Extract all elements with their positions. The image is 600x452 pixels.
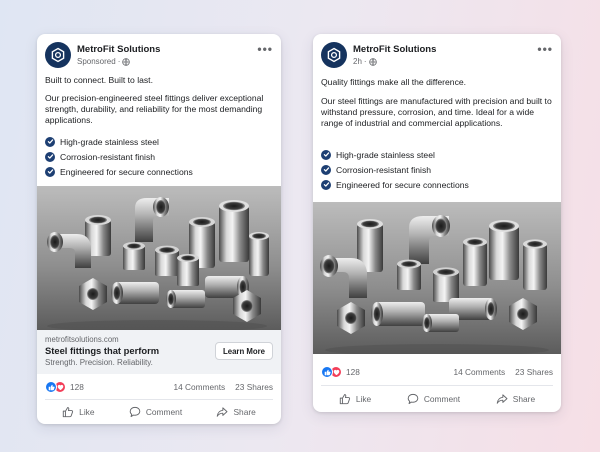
engagement-stats: 128 14 Comments 23 Shares	[321, 365, 553, 381]
feature-item: High-grade stainless steel	[321, 147, 553, 162]
comments-count-link[interactable]: 14 Comments	[454, 367, 506, 377]
ad-post-card-sponsored: MetroFit Solutions Sponsored · ••• Built…	[37, 34, 281, 424]
more-options-icon[interactable]: •••	[537, 43, 553, 55]
divider	[45, 399, 273, 400]
page-name-link[interactable]: MetroFit Solutions	[353, 44, 436, 55]
comment-icon	[407, 393, 419, 405]
like-button[interactable]: Like	[339, 389, 371, 409]
comment-button[interactable]: Comment	[407, 389, 460, 409]
post-body: Our steel fittings are manufactured with…	[321, 96, 552, 128]
divider	[321, 385, 553, 386]
sponsored-label: Sponsored	[77, 57, 116, 66]
share-icon	[496, 394, 508, 404]
post-body: Our precision-engineered steel fittings …	[45, 93, 264, 125]
link-domain: metrofitsolutions.com	[45, 335, 119, 344]
post-header: MetroFit Solutions 2h · •••	[321, 42, 553, 70]
post-actions: Like Comment Share	[321, 389, 553, 409]
comment-button[interactable]: Comment	[129, 402, 182, 422]
share-icon	[217, 407, 228, 417]
feature-text: High-grade stainless steel	[60, 136, 159, 147]
share-label: Share	[233, 407, 256, 417]
post-actions: Like Comment Share	[45, 402, 273, 422]
like-reaction-icon	[45, 381, 57, 393]
reactions-summary[interactable]: 128	[45, 381, 84, 393]
product-photo[interactable]	[313, 202, 561, 354]
check-icon	[321, 164, 331, 175]
check-icon	[45, 136, 55, 147]
feature-item: Engineered for secure connections	[45, 164, 273, 179]
like-reaction-icon	[321, 366, 333, 378]
page-logo-icon[interactable]	[321, 42, 347, 68]
post-header: MetroFit Solutions Sponsored · •••	[45, 42, 273, 70]
shares-count-link[interactable]: 23 Shares	[235, 382, 273, 392]
thumbs-up-icon	[339, 394, 350, 405]
feature-item: Engineered for secure connections	[321, 177, 553, 192]
comment-icon	[129, 406, 141, 418]
feature-item: Corrosion-resistant finish	[45, 149, 273, 164]
check-icon	[321, 149, 331, 160]
product-photo[interactable]	[37, 186, 281, 330]
feature-list: High-grade stainless steel Corrosion-res…	[45, 134, 273, 179]
feature-item: High-grade stainless steel	[45, 134, 273, 149]
feature-list: High-grade stainless steel Corrosion-res…	[321, 147, 553, 192]
feature-text: High-grade stainless steel	[336, 149, 435, 160]
comments-count-link[interactable]: 14 Comments	[174, 382, 226, 392]
link-title[interactable]: Steel fittings that perform	[45, 345, 159, 356]
post-meta: 2h ·	[353, 57, 377, 66]
post-meta: Sponsored ·	[77, 57, 131, 66]
post-headline: Quality fittings make all the difference…	[321, 77, 467, 87]
share-label: Share	[512, 394, 536, 404]
feature-item: Corrosion-resistant finish	[321, 162, 553, 177]
post-headline: Built to connect. Built to last.	[45, 75, 153, 85]
link-subtitle: Strength. Precision. Reliability.	[45, 358, 153, 367]
thumbs-up-icon	[62, 407, 74, 418]
shares-count-link[interactable]: 23 Shares	[515, 367, 553, 377]
learn-more-button[interactable]: Learn More	[214, 342, 273, 360]
like-button[interactable]: Like	[62, 402, 95, 422]
feature-text: Corrosion-resistant finish	[60, 151, 156, 162]
ad-post-card-organic: MetroFit Solutions 2h · ••• Quality fitt…	[313, 34, 561, 412]
globe-icon	[368, 57, 377, 66]
share-button[interactable]: Share	[496, 389, 535, 409]
post-time[interactable]: 2h	[353, 57, 362, 66]
feature-text: Engineered for secure connections	[336, 179, 469, 190]
engagement-stats: 128 14 Comments 23 Shares	[45, 380, 273, 396]
comment-label: Comment	[145, 407, 183, 417]
reaction-count: 128	[346, 367, 360, 377]
page-logo-icon[interactable]	[45, 42, 71, 68]
link-preview[interactable]: metrofitsolutions.com Steel fittings tha…	[37, 330, 281, 374]
check-icon	[45, 166, 55, 177]
page-name-link[interactable]: MetroFit Solutions	[77, 44, 160, 55]
feature-text: Engineered for secure connections	[60, 166, 193, 177]
like-label: Like	[79, 407, 95, 417]
globe-icon	[122, 57, 131, 66]
reaction-count: 128	[70, 382, 84, 392]
like-label: Like	[355, 394, 372, 404]
check-icon	[45, 151, 55, 162]
feature-text: Corrosion-resistant finish	[336, 164, 432, 175]
reactions-summary[interactable]: 128	[321, 366, 360, 378]
check-icon	[321, 179, 331, 190]
more-options-icon[interactable]: •••	[257, 43, 273, 55]
comment-label: Comment	[423, 394, 461, 404]
share-button[interactable]: Share	[216, 402, 256, 422]
